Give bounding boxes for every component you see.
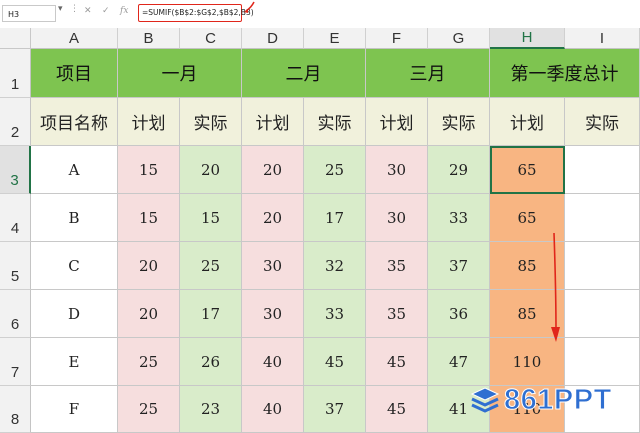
chevron-down-icon[interactable]: ▾	[58, 4, 63, 14]
cell-name[interactable]: A	[31, 146, 118, 194]
cell-empty[interactable]	[565, 242, 640, 290]
subheader-plan[interactable]: 计划	[242, 98, 304, 146]
cell-actual[interactable]: 33	[428, 194, 490, 242]
column-header-c[interactable]: C	[180, 28, 242, 49]
cell-plan[interactable]: 35	[366, 242, 428, 290]
cell-plan[interactable]: 20	[242, 194, 304, 242]
cell-plan[interactable]: 40	[242, 338, 304, 386]
header-q1-total[interactable]: 第一季度总计	[490, 49, 640, 98]
cell-plan[interactable]: 30	[366, 194, 428, 242]
cell-name[interactable]: B	[31, 194, 118, 242]
cell-actual[interactable]: 37	[304, 386, 366, 433]
cell-plan[interactable]: 15	[118, 146, 180, 194]
column-header-d[interactable]: D	[242, 28, 304, 49]
cell-plan[interactable]: 45	[366, 338, 428, 386]
cell-actual[interactable]: 17	[304, 194, 366, 242]
cell-actual[interactable]: 33	[304, 290, 366, 338]
fill-down-arrow-icon	[551, 232, 560, 342]
cell-empty[interactable]	[565, 338, 640, 386]
cell-name[interactable]: E	[31, 338, 118, 386]
subheader-plan[interactable]: 计划	[366, 98, 428, 146]
subheader-actual[interactable]: 实际	[428, 98, 490, 146]
spreadsheet-grid: A B C D E F G H I 1 2 3 4 5 6 7 8 项目 一月 …	[0, 28, 640, 433]
column-header-a[interactable]: A	[31, 28, 118, 49]
subheader-actual[interactable]: 实际	[180, 98, 242, 146]
cell-name[interactable]: C	[31, 242, 118, 290]
column-header-e[interactable]: E	[304, 28, 366, 49]
cell-actual[interactable]: 29	[428, 146, 490, 194]
select-all-corner[interactable]	[0, 28, 31, 49]
column-header-f[interactable]: F	[366, 28, 428, 49]
cell-actual[interactable]: 15	[180, 194, 242, 242]
name-box[interactable]: H3	[2, 5, 56, 22]
cell-actual[interactable]: 25	[180, 242, 242, 290]
subheader-plan[interactable]: 计划	[118, 98, 180, 146]
cell-actual[interactable]: 37	[428, 242, 490, 290]
cell-plan[interactable]: 20	[242, 146, 304, 194]
subheader-actual[interactable]: 实际	[304, 98, 366, 146]
cell-actual[interactable]: 26	[180, 338, 242, 386]
row-header-8[interactable]: 8	[0, 386, 31, 433]
header-february[interactable]: 二月	[242, 49, 366, 98]
watermark: 861PPT	[470, 380, 640, 420]
header-march[interactable]: 三月	[366, 49, 490, 98]
cell-plan[interactable]: 30	[242, 242, 304, 290]
cell-plan[interactable]: 20	[118, 290, 180, 338]
cell-actual[interactable]: 36	[428, 290, 490, 338]
subheader-item-name[interactable]: 项目名称	[31, 98, 118, 146]
stacked-layers-icon	[470, 387, 500, 413]
cell-empty[interactable]	[565, 194, 640, 242]
cell-total-selected[interactable]: 65	[490, 146, 565, 194]
function-icon[interactable]: fx	[120, 6, 128, 16]
cell-empty[interactable]	[565, 146, 640, 194]
watermark-text: 861PPT	[504, 383, 612, 416]
cell-plan[interactable]: 15	[118, 194, 180, 242]
column-header-h[interactable]: H	[490, 28, 565, 49]
cell-name[interactable]: D	[31, 290, 118, 338]
row-header-7[interactable]: 7	[0, 338, 31, 386]
cell-actual[interactable]: 25	[304, 146, 366, 194]
cell-actual[interactable]: 17	[180, 290, 242, 338]
column-header-g[interactable]: G	[428, 28, 490, 49]
cell-plan[interactable]: 30	[242, 290, 304, 338]
cell-plan[interactable]: 20	[118, 242, 180, 290]
cell-plan[interactable]: 25	[118, 386, 180, 433]
confirm-icon[interactable]: ✓	[102, 6, 110, 16]
column-header-i[interactable]: I	[565, 28, 640, 49]
cell-actual[interactable]: 23	[180, 386, 242, 433]
cell-actual[interactable]: 32	[304, 242, 366, 290]
cell-plan[interactable]: 45	[366, 386, 428, 433]
cell-plan[interactable]: 25	[118, 338, 180, 386]
row-header-1[interactable]: 1	[0, 49, 31, 98]
cell-plan[interactable]: 30	[366, 146, 428, 194]
header-january[interactable]: 一月	[118, 49, 242, 98]
subheader-actual[interactable]: 实际	[565, 98, 640, 146]
cell-name[interactable]: F	[31, 386, 118, 433]
cancel-icon[interactable]: ✕	[84, 6, 92, 16]
row-header-4[interactable]: 4	[0, 194, 31, 242]
formula-bar: H3 ▾ ⋮ ✕ ✓ fx =SUMIF($B$2:$G$2,$B$2,B3)	[0, 0, 640, 29]
cell-actual[interactable]: 47	[428, 338, 490, 386]
annotation-arrow-icon	[244, 1, 255, 13]
row-header-6[interactable]: 6	[0, 290, 31, 338]
formula-input[interactable]: =SUMIF($B$2:$G$2,$B$2,B3)	[138, 4, 254, 22]
header-item[interactable]: 项目	[31, 49, 118, 98]
cell-empty[interactable]	[565, 290, 640, 338]
subheader-plan[interactable]: 计划	[490, 98, 565, 146]
cell-plan[interactable]: 40	[242, 386, 304, 433]
cell-actual[interactable]: 20	[180, 146, 242, 194]
more-icon: ⋮	[70, 4, 79, 14]
row-header-5[interactable]: 5	[0, 242, 31, 290]
row-header-3[interactable]: 3	[0, 146, 31, 194]
column-header-b[interactable]: B	[118, 28, 180, 49]
cell-actual[interactable]: 45	[304, 338, 366, 386]
cell-plan[interactable]: 35	[366, 290, 428, 338]
cell-total[interactable]: 110	[490, 338, 565, 386]
row-header-2[interactable]: 2	[0, 98, 31, 146]
